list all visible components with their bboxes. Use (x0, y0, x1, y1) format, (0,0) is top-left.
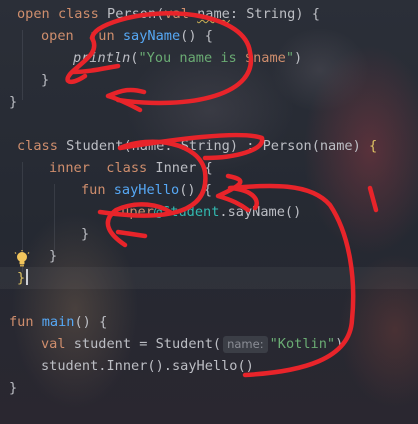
keyword: open (41, 28, 74, 44)
brace: { (369, 138, 378, 154)
keyword: super (113, 204, 154, 220)
code-line-13[interactable]: } (0, 267, 418, 289)
keyword: class (17, 138, 58, 154)
function-name: sayName (122, 28, 181, 44)
keyword: val (164, 6, 189, 22)
code-line-3[interactable]: println("You name is $name") (73, 47, 302, 69)
brace: { (203, 182, 212, 198)
function-call: sayHello (171, 358, 238, 374)
string-literal: "You name is (138, 50, 245, 66)
brace: { (311, 6, 320, 22)
annotation-tick (367, 185, 379, 213)
parameter-hint: name: (223, 336, 268, 353)
code-line-8[interactable]: inner class Inner { (49, 157, 213, 179)
class-name: Student (66, 138, 124, 154)
annotation-arrow-left (105, 87, 147, 113)
function-call: sayName (227, 204, 285, 220)
keyword: class (106, 160, 148, 176)
code-editor[interactable]: open class Person(val name: String) { op… (0, 0, 418, 424)
code-line-2[interactable]: open fun sayName() { (41, 25, 213, 47)
brace: } (9, 94, 18, 110)
type-name: String (180, 138, 230, 154)
brace: { (204, 160, 213, 176)
parameter: name (131, 138, 165, 154)
brace: } (81, 226, 90, 242)
code-line-4[interactable]: } (41, 69, 49, 91)
code-line-17[interactable]: student.Inner().sayHello() (41, 355, 254, 377)
keyword: fun (90, 28, 115, 44)
class-name: Person (262, 138, 312, 154)
text-caret (26, 269, 29, 285)
parameter: name (197, 6, 230, 22)
code-line-10[interactable]: super@Student.sayName() (113, 201, 301, 223)
code-line-18[interactable]: } (9, 377, 17, 399)
brace: } (49, 248, 58, 264)
code-line-1[interactable]: open class Person(val name: String) { (17, 3, 320, 25)
indent-guide (22, 30, 23, 100)
class-name: Student (155, 336, 213, 352)
class-name: Inner (155, 160, 197, 176)
type-name: String (246, 6, 296, 22)
keyword: open (17, 6, 50, 22)
variable: student (41, 358, 99, 374)
lightbulb-icon[interactable] (13, 250, 31, 268)
code-line-9[interactable]: fun sayHello() { (81, 179, 212, 201)
code-line-5[interactable]: } (9, 91, 17, 113)
brace: } (41, 72, 50, 88)
class-name: Person (107, 6, 157, 22)
indent-guide (54, 184, 55, 250)
argument: name (319, 138, 353, 154)
function-name: main (41, 314, 75, 330)
brace: } (9, 380, 18, 396)
keyword: val (41, 336, 66, 352)
brace: { (99, 314, 108, 330)
code-line-16[interactable]: val student = Student(name: "Kotlin") (41, 333, 343, 355)
brace: } (17, 270, 26, 286)
brace: { (204, 28, 213, 44)
string-template: $name (244, 50, 286, 66)
keyword: fun (9, 314, 34, 330)
string-literal: "Kotlin" (269, 336, 336, 352)
code-line-7[interactable]: class Student(name: String) : Person(nam… (17, 135, 377, 157)
label: @Student (153, 204, 220, 220)
function-call: println (73, 50, 131, 66)
code-line-12[interactable]: } (49, 245, 57, 267)
function-name: sayHello (113, 182, 180, 198)
code-line-15[interactable]: fun main() { (9, 311, 107, 333)
variable: student (73, 336, 132, 352)
keyword: inner (49, 160, 90, 176)
string-literal: " (285, 50, 294, 66)
class-name: Inner (106, 358, 148, 374)
keyword: class (57, 6, 99, 22)
keyword: fun (81, 182, 106, 198)
code-line-11[interactable]: } (81, 223, 89, 245)
